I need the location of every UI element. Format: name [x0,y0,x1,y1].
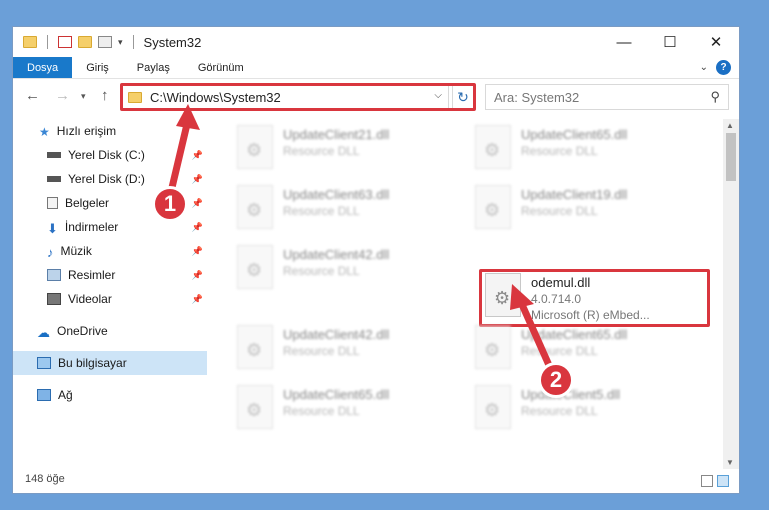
callout-one: 1 [152,186,188,222]
annotation-arrows [166,104,556,374]
arrow-head-file [510,284,534,310]
callout-two: 2 [538,362,574,398]
arrow-head-address [176,104,200,130]
arrow-to-address [166,119,192,197]
arrow-to-file [516,298,556,374]
